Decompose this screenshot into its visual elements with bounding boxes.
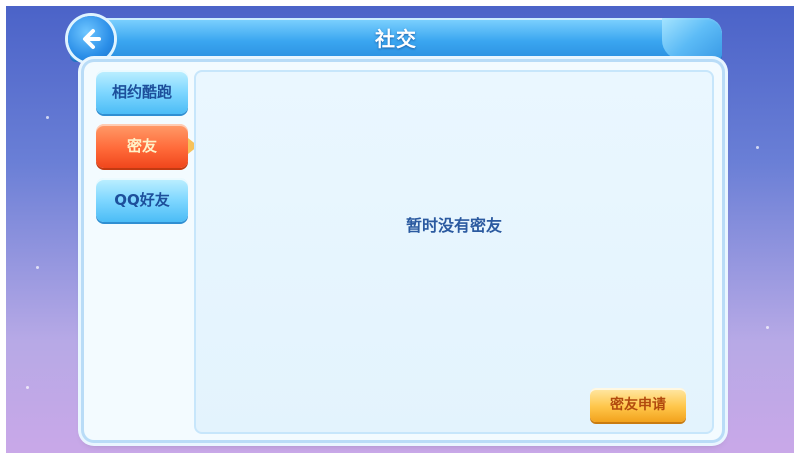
tab-close-friends[interactable]: 密友: [96, 124, 198, 168]
friend-list-area: 暂时没有密友: [194, 70, 714, 434]
friend-request-button[interactable]: 密友申请: [590, 388, 686, 422]
tab-running-friends[interactable]: 相约酷跑: [96, 70, 188, 114]
sparkle: [26, 386, 29, 389]
arrow-left-icon: [83, 29, 101, 49]
sparkle: [36, 266, 39, 269]
sparkle: [766, 326, 769, 329]
social-panel: 相约酷跑 密友 QQ好友 暂时没有密友: [84, 62, 722, 440]
page-title: 社交: [375, 27, 417, 51]
header-bar: 社交: [70, 18, 722, 60]
tab-qq-friends[interactable]: QQ好友: [96, 178, 188, 222]
sparkle: [46, 116, 49, 119]
empty-state-message: 暂时没有密友: [405, 216, 502, 235]
sparkle: [756, 146, 759, 149]
back-button[interactable]: [68, 16, 114, 62]
